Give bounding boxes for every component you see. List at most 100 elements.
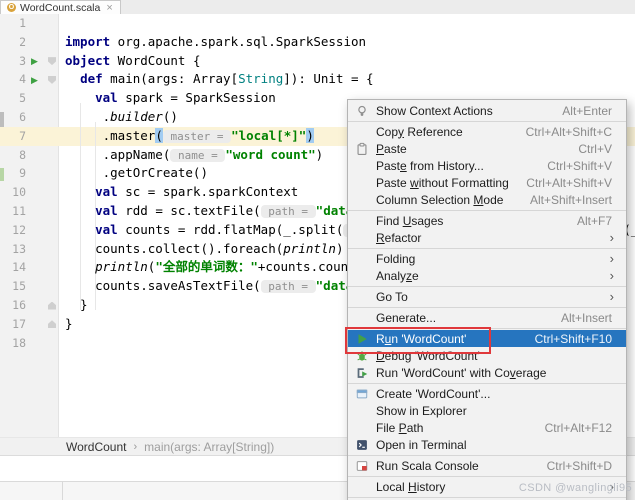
menu-item-paste-from-history[interactable]: Paste from History... Ctrl+Shift+V bbox=[348, 157, 626, 174]
menu-item-file-path[interactable]: File PathCtrl+Alt+F12 bbox=[348, 419, 626, 436]
menu-item-paste-without-formatting[interactable]: Paste without FormattingCtrl+Alt+Shift+V bbox=[348, 174, 626, 191]
menu-separator bbox=[348, 328, 626, 329]
menu-item-run-scala-console[interactable]: Run Scala ConsoleCtrl+Shift+D bbox=[348, 457, 626, 474]
menu-item-show-context-actions[interactable]: Show Context Actions Alt+Enter bbox=[348, 102, 626, 119]
menu-item-label: Folding bbox=[376, 252, 415, 266]
lightbulb-icon bbox=[353, 103, 370, 119]
no-icon bbox=[353, 158, 370, 174]
no-icon bbox=[353, 268, 370, 284]
line-number: 10 bbox=[0, 183, 26, 202]
menu-item-analyze[interactable]: Analyze› bbox=[348, 267, 626, 284]
line-number: 3 bbox=[0, 52, 26, 71]
menu-item-label: Show Context Actions bbox=[376, 104, 493, 118]
line-number: 16 bbox=[0, 296, 26, 315]
menu-item-shortcut: Ctrl+Shift+F10 bbox=[535, 332, 620, 346]
menu-item-go-to[interactable]: Go To › bbox=[348, 288, 626, 305]
menu-item-column-selection-mode[interactable]: Column Selection Mode Alt+Shift+Insert bbox=[348, 191, 626, 208]
terminal-icon bbox=[353, 437, 370, 453]
no-icon bbox=[353, 124, 370, 140]
breadcrumb-item-class[interactable]: WordCount bbox=[66, 440, 126, 454]
menu-item-label: Paste from History... bbox=[376, 159, 484, 173]
menu-item-shortcut: Alt+Shift+Insert bbox=[530, 193, 620, 207]
menu-item-label: Refactor bbox=[376, 231, 421, 245]
menu-item-show-in-explorer[interactable]: Show in Explorer bbox=[348, 402, 626, 419]
debug-icon bbox=[353, 348, 370, 364]
no-icon bbox=[353, 192, 370, 208]
menu-item-label: Copy Reference bbox=[376, 125, 463, 139]
code-line-4[interactable]: def main(args: Array[String]): Unit = { bbox=[65, 70, 635, 89]
context-menu: Show Context Actions Alt+Enter Copy Refere… bbox=[347, 99, 627, 500]
close-icon[interactable]: × bbox=[106, 3, 112, 13]
submenu-arrow-icon: › bbox=[610, 271, 620, 281]
menu-item-local-history[interactable]: Local History› bbox=[348, 478, 626, 495]
menu-item-label: Run Scala Console bbox=[376, 459, 479, 473]
menu-separator bbox=[348, 286, 626, 287]
menu-item-label: Show in Explorer bbox=[376, 404, 467, 418]
breadcrumb-item-member[interactable]: main(args: Array[String]) bbox=[144, 440, 274, 454]
menu-item-shortcut: Alt+Enter bbox=[562, 104, 620, 118]
menu-item-generate[interactable]: Generate... Alt+Insert bbox=[348, 309, 626, 326]
no-icon bbox=[353, 420, 370, 436]
menu-item-label: Generate... bbox=[376, 311, 436, 325]
no-icon bbox=[353, 289, 370, 305]
menu-item-label: Paste without Formatting bbox=[376, 176, 509, 190]
line-number: 17 bbox=[0, 315, 26, 334]
menu-item-paste[interactable]: PasteCtrl+V bbox=[348, 140, 626, 157]
line-number: 4 bbox=[0, 70, 26, 89]
menu-item-find-usages[interactable]: Find UsagesAlt+F7 bbox=[348, 212, 626, 229]
menu-item-create-wordcount[interactable]: Create 'WordCount'... bbox=[348, 385, 626, 402]
menu-separator bbox=[348, 210, 626, 211]
line-number: 12 bbox=[0, 221, 26, 240]
menu-item-shortcut: Ctrl+V bbox=[578, 142, 620, 156]
line-number: 18 bbox=[0, 334, 26, 353]
menu-item-run-wordcount-with-coverage[interactable]: Run 'WordCount' with Coverage bbox=[348, 364, 626, 381]
submenu-arrow-icon: › bbox=[610, 233, 620, 243]
submenu-arrow-icon: › bbox=[610, 254, 620, 264]
chevron-right-icon: › bbox=[133, 441, 137, 453]
run-gutter-icon[interactable]: ▶ bbox=[31, 56, 38, 66]
no-icon bbox=[353, 403, 370, 419]
menu-item-label: Debug 'WordCount' bbox=[376, 349, 480, 363]
run-gutter-icon[interactable]: ▶ bbox=[31, 75, 38, 85]
clipboard-paste-icon bbox=[353, 141, 370, 157]
submenu-arrow-icon: › bbox=[610, 292, 620, 302]
menu-item-label: Go To bbox=[376, 290, 408, 304]
menu-item-label: Column Selection Mode bbox=[376, 193, 503, 207]
submenu-arrow-icon: › bbox=[610, 482, 620, 492]
menu-item-label: Find Usages bbox=[376, 214, 443, 228]
menu-separator bbox=[348, 497, 626, 498]
menu-item-debug-wordcount[interactable]: Debug 'WordCount' bbox=[348, 347, 626, 364]
tab-wordcount-scala[interactable]: O WordCount.scala × bbox=[0, 0, 121, 14]
code-line-2[interactable]: import org.apache.spark.sql.SparkSession bbox=[65, 33, 635, 52]
menu-separator bbox=[348, 455, 626, 456]
menu-separator bbox=[348, 248, 626, 249]
code-line-3[interactable]: object WordCount { bbox=[65, 52, 635, 71]
line-number: 8 bbox=[0, 146, 26, 165]
menu-separator bbox=[348, 383, 626, 384]
code-line-1[interactable] bbox=[65, 14, 635, 33]
editor-tab-bar: O WordCount.scala × bbox=[0, 0, 635, 15]
menu-separator bbox=[348, 476, 626, 477]
line-number: 9 bbox=[0, 164, 26, 183]
menu-item-refactor[interactable]: Refactor › bbox=[348, 229, 626, 246]
menu-item-label: Create 'WordCount'... bbox=[376, 387, 490, 401]
line-number: 7 bbox=[0, 127, 26, 146]
no-icon bbox=[353, 479, 370, 495]
no-icon bbox=[353, 213, 370, 229]
line-numbers: 123456789101112131415161718 bbox=[0, 14, 26, 352]
menu-item-run-wordcount[interactable]: Run 'WordCount'Ctrl+Shift+F10 bbox=[348, 330, 626, 347]
ide-window: O WordCount.scala × 12345678910111213141… bbox=[0, 0, 635, 500]
line-number: 6 bbox=[0, 108, 26, 127]
menu-item-shortcut: Ctrl+Shift+V bbox=[547, 159, 620, 173]
run-icon bbox=[353, 331, 370, 347]
menu-item-shortcut: Alt+Insert bbox=[561, 311, 620, 325]
no-icon bbox=[353, 251, 370, 267]
no-icon bbox=[353, 230, 370, 246]
line-number: 1 bbox=[0, 14, 26, 33]
menu-item-label: Run 'WordCount' with Coverage bbox=[376, 366, 546, 380]
line-number: 14 bbox=[0, 258, 26, 277]
menu-item-copy-reference[interactable]: Copy Reference Ctrl+Alt+Shift+C bbox=[348, 123, 626, 140]
menu-item-open-in-terminal[interactable]: Open in Terminal bbox=[348, 436, 626, 453]
menu-item-folding[interactable]: Folding › bbox=[348, 250, 626, 267]
menu-item-shortcut: Ctrl+Alt+Shift+C bbox=[526, 125, 620, 139]
